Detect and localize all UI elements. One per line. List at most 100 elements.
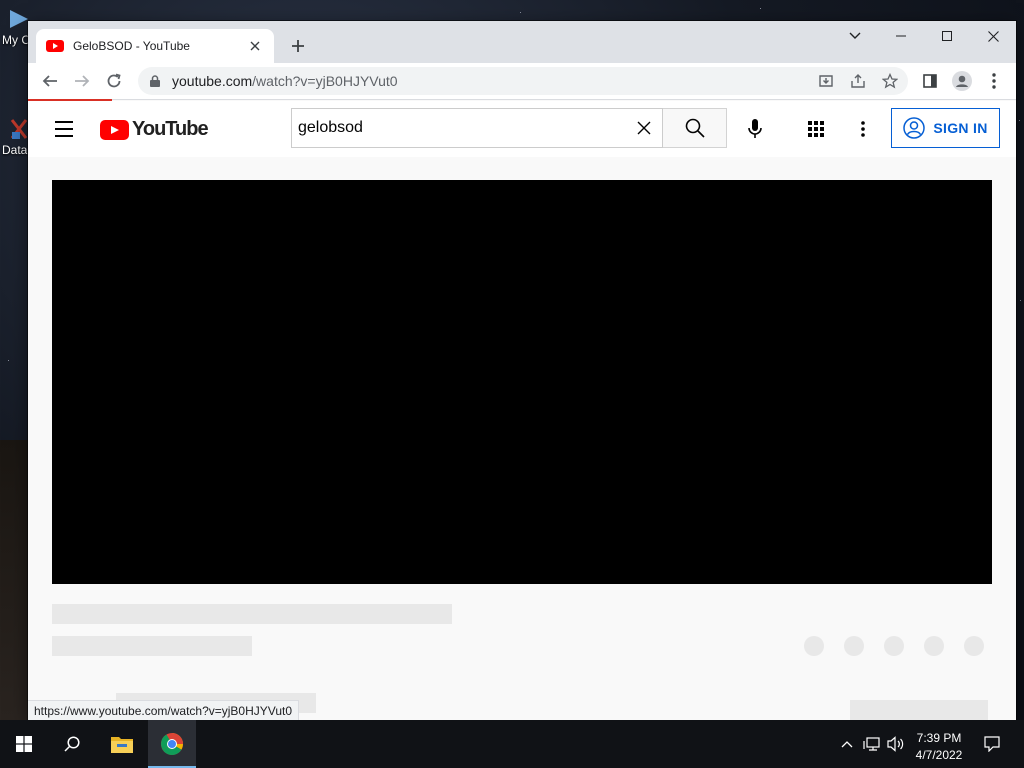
volume-button[interactable] xyxy=(884,720,908,768)
tab-title: GeloBSOD - YouTube xyxy=(73,39,190,53)
folder-icon xyxy=(111,737,133,753)
more-vertical-icon xyxy=(992,73,996,89)
chevron-up-icon xyxy=(841,741,853,748)
star xyxy=(520,12,521,13)
taskbar: 7:39 PM 4/7/2022 xyxy=(0,720,1024,768)
notification-center-button[interactable] xyxy=(976,720,1008,768)
search-box[interactable]: gelobsod xyxy=(291,108,663,148)
share-icon xyxy=(851,74,865,88)
youtube-masthead: YouTube gelobsod SIGN IN xyxy=(28,101,1016,157)
desktop-icon-label: Data xyxy=(2,143,28,157)
speaker-icon xyxy=(887,736,904,752)
search-input[interactable]: gelobsod xyxy=(298,119,626,137)
voice-search-button[interactable] xyxy=(738,112,772,146)
close-icon xyxy=(637,121,651,135)
chrome-menu-button[interactable] xyxy=(980,67,1008,95)
reload-button[interactable] xyxy=(100,67,128,95)
youtube-play-icon xyxy=(100,119,129,140)
minimize-button[interactable] xyxy=(878,21,924,51)
action-button-placeholder xyxy=(924,636,944,656)
window-close-button[interactable] xyxy=(970,21,1016,51)
watch-page: https://www.youtube.com/watch?v=yjB0HJYV… xyxy=(28,157,1016,720)
settings-menu-button[interactable] xyxy=(846,112,880,146)
subscribe-placeholder xyxy=(850,700,988,720)
account-circle-icon xyxy=(903,117,926,139)
forward-button[interactable] xyxy=(68,67,96,95)
side-panel-icon xyxy=(923,74,937,88)
link-status-bubble: https://www.youtube.com/watch?v=yjB0HJYV… xyxy=(28,700,300,720)
tab-strip: GeloBSOD - YouTube xyxy=(28,21,1016,63)
action-button-placeholder xyxy=(884,636,904,656)
star-icon xyxy=(882,73,898,89)
profile-icon xyxy=(952,71,972,91)
address-url: youtube.com/watch?v=yjB0HJYVut0 xyxy=(172,73,398,89)
file-explorer-button[interactable] xyxy=(98,720,146,768)
url-path: /watch?v=yjB0HJYVut0 xyxy=(252,73,398,89)
close-icon xyxy=(250,41,260,51)
chevron-down-icon xyxy=(849,32,861,39)
apps-grid-icon xyxy=(808,121,824,137)
address-bar[interactable]: youtube.com/watch?v=yjB0HJYVut0 xyxy=(138,67,908,95)
install-icon xyxy=(819,75,833,87)
arrow-right-icon xyxy=(75,75,90,87)
bookmark-button[interactable] xyxy=(876,67,904,95)
clear-search-button[interactable] xyxy=(626,110,662,146)
views-placeholder xyxy=(52,636,252,656)
maximize-icon xyxy=(942,31,952,41)
close-icon xyxy=(987,30,999,42)
clock[interactable]: 7:39 PM 4/7/2022 xyxy=(906,730,972,764)
action-button-placeholder xyxy=(844,636,864,656)
search-button[interactable] xyxy=(663,108,727,148)
video-player[interactable] xyxy=(52,180,992,584)
star xyxy=(760,8,761,9)
youtube-logo-text: YouTube xyxy=(132,118,209,140)
plus-icon xyxy=(292,40,304,52)
install-app-button[interactable] xyxy=(812,67,840,95)
title-placeholder xyxy=(52,604,452,624)
search-taskbar-button[interactable] xyxy=(48,720,96,768)
chrome-taskbar-button[interactable] xyxy=(148,720,196,768)
youtube-apps-button[interactable] xyxy=(799,112,833,146)
desktop-icon-data[interactable]: Data xyxy=(0,118,30,157)
guide-menu-button[interactable] xyxy=(50,117,78,141)
tab-close-button[interactable] xyxy=(246,37,264,55)
new-tab-button[interactable] xyxy=(286,34,310,58)
maximize-button[interactable] xyxy=(924,21,970,51)
tab-search-button[interactable] xyxy=(832,21,878,51)
data-app-icon xyxy=(10,119,28,139)
desktop-icon-label: My C xyxy=(2,33,30,47)
arrow-left-icon xyxy=(42,75,57,87)
sign-in-button[interactable]: SIGN IN xyxy=(891,108,1000,148)
minimize-icon xyxy=(896,35,906,37)
notification-icon xyxy=(984,736,1000,752)
back-button[interactable] xyxy=(36,67,64,95)
tab-youtube[interactable]: GeloBSOD - YouTube xyxy=(36,29,274,63)
share-button[interactable] xyxy=(844,67,872,95)
search-icon xyxy=(64,736,80,752)
url-domain: youtube.com xyxy=(172,73,253,89)
hamburger-icon xyxy=(55,135,73,137)
star xyxy=(8,360,9,361)
browser-toolbar: youtube.com/watch?v=yjB0HJYVut0 xyxy=(28,63,1016,99)
show-hidden-icons-button[interactable] xyxy=(838,720,856,768)
profile-button[interactable] xyxy=(948,67,976,95)
search-icon xyxy=(685,118,705,138)
clock-date: 4/7/2022 xyxy=(915,748,963,762)
youtube-logo[interactable]: YouTube xyxy=(100,118,209,141)
start-button[interactable] xyxy=(0,720,48,768)
star xyxy=(1019,120,1020,121)
desktop-icon-my-computer[interactable]: My C xyxy=(0,8,30,47)
network-button[interactable] xyxy=(860,720,884,768)
sign-in-label: SIGN IN xyxy=(933,120,988,136)
clock-time: 7:39 PM xyxy=(916,731,962,745)
hamburger-icon xyxy=(55,121,73,123)
side-panel-button[interactable] xyxy=(916,67,944,95)
toolbar-divider xyxy=(112,99,1016,100)
action-button-placeholder xyxy=(804,636,824,656)
youtube-favicon-icon xyxy=(46,40,64,52)
hamburger-icon xyxy=(55,128,73,130)
more-vertical-icon xyxy=(861,121,865,137)
star xyxy=(1020,300,1021,301)
lock-icon xyxy=(148,74,162,88)
computer-icon xyxy=(10,10,28,28)
